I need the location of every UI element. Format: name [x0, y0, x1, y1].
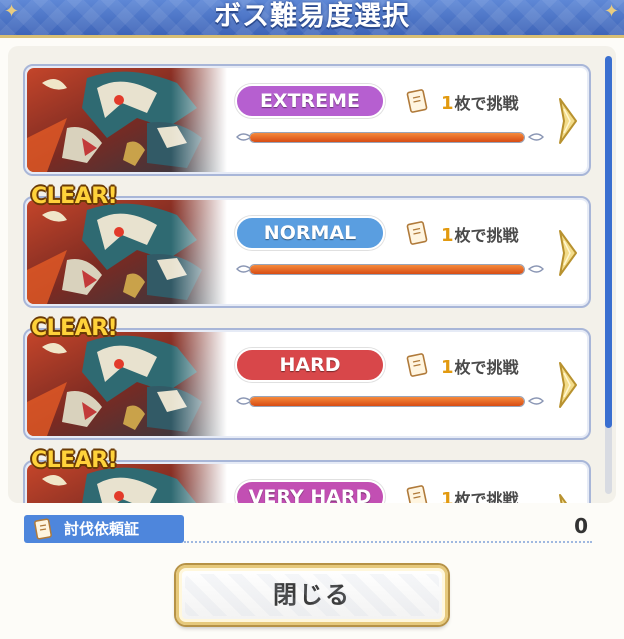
chevron-right-icon[interactable]: [557, 228, 579, 278]
boss-art-icon: [27, 68, 227, 172]
difficulty-row-extreme[interactable]: EXTREME 1枚で挑戦: [23, 64, 591, 176]
cost-number: 1: [441, 357, 454, 378]
clear-badge: CLEAR!: [31, 448, 118, 473]
difficulty-row-very-hard[interactable]: CLEAR! VERY HARD 1枚で挑戦: [23, 448, 591, 503]
scrollbar-track[interactable]: [605, 56, 612, 494]
corner-ornament-icon: ✦: [604, 1, 620, 22]
difficulty-label: NORMAL: [235, 216, 385, 250]
chevron-right-icon[interactable]: [557, 360, 579, 410]
difficulty-panel: EXTREME 1枚で挑戦 CLEAR! NORMAL 1枚で挑戦 CLEAR!…: [8, 46, 616, 503]
hp-bar: [249, 396, 525, 407]
cost-number: 1: [441, 489, 454, 503]
clear-badge: CLEAR!: [31, 184, 118, 209]
header-bar: ✦ ボス難易度選択 ✦: [0, 0, 624, 38]
page-title: ボス難易度選択: [214, 1, 410, 32]
ticket-icon: [406, 221, 428, 245]
gauge-cap-right-icon: [527, 397, 544, 405]
ticket-count-row: 討伐依頼証 0: [24, 514, 592, 543]
boss-art-icon: [27, 200, 227, 304]
challenge-cost: 1枚で挑戦: [441, 90, 519, 114]
hp-bar-fill: [250, 397, 524, 406]
ticket-count-value: 0: [574, 514, 588, 538]
difficulty-label: HARD: [235, 348, 385, 382]
hp-bar: [249, 264, 525, 275]
ticket-icon: [34, 518, 52, 540]
difficulty-row-hard[interactable]: CLEAR! HARD 1枚で挑戦: [23, 316, 591, 440]
challenge-cost: 1枚で挑戦: [441, 354, 519, 378]
difficulty-label: VERY HARD: [235, 480, 385, 503]
boss-thumbnail: [27, 332, 227, 436]
cost-text: 枚で挑戦: [454, 490, 519, 503]
dotted-divider: [184, 541, 592, 543]
chevron-right-icon[interactable]: [557, 492, 579, 503]
difficulty-row-normal[interactable]: CLEAR! NORMAL 1枚で挑戦: [23, 184, 591, 308]
difficulty-list: EXTREME 1枚で挑戦 CLEAR! NORMAL 1枚で挑戦 CLEAR!…: [8, 46, 608, 503]
challenge-cost: 1枚で挑戦: [441, 486, 519, 503]
close-button[interactable]: 閉じる: [176, 565, 448, 625]
difficulty-label: EXTREME: [235, 84, 385, 118]
scrollbar-thumb[interactable]: [605, 56, 612, 428]
cost-number: 1: [441, 93, 454, 114]
boss-hp-gauge: [236, 128, 545, 146]
ticket-icon: [406, 353, 428, 377]
hp-bar: [249, 132, 525, 143]
cost-number: 1: [441, 225, 454, 246]
ticket-icon: [406, 89, 428, 113]
cost-text: 枚で挑戦: [454, 226, 519, 245]
gauge-cap-right-icon: [527, 265, 544, 273]
ticket-label: 討伐依頼証: [24, 515, 184, 543]
challenge-cost: 1枚で挑戦: [441, 222, 519, 246]
cost-text: 枚で挑戦: [454, 358, 519, 377]
cost-text: 枚で挑戦: [454, 94, 519, 113]
boss-thumbnail: [27, 68, 227, 172]
boss-hp-gauge: [236, 260, 545, 278]
boss-thumbnail: [27, 200, 227, 304]
boss-hp-gauge: [236, 392, 545, 410]
clear-badge: CLEAR!: [31, 316, 118, 341]
ticket-label-text: 討伐依頼証: [64, 520, 140, 538]
hp-bar-fill: [250, 133, 524, 142]
chevron-right-icon[interactable]: [557, 96, 579, 146]
ticket-icon: [406, 485, 428, 503]
gauge-cap-right-icon: [527, 133, 544, 141]
boss-art-icon: [27, 332, 227, 436]
hp-bar-fill: [250, 265, 524, 274]
